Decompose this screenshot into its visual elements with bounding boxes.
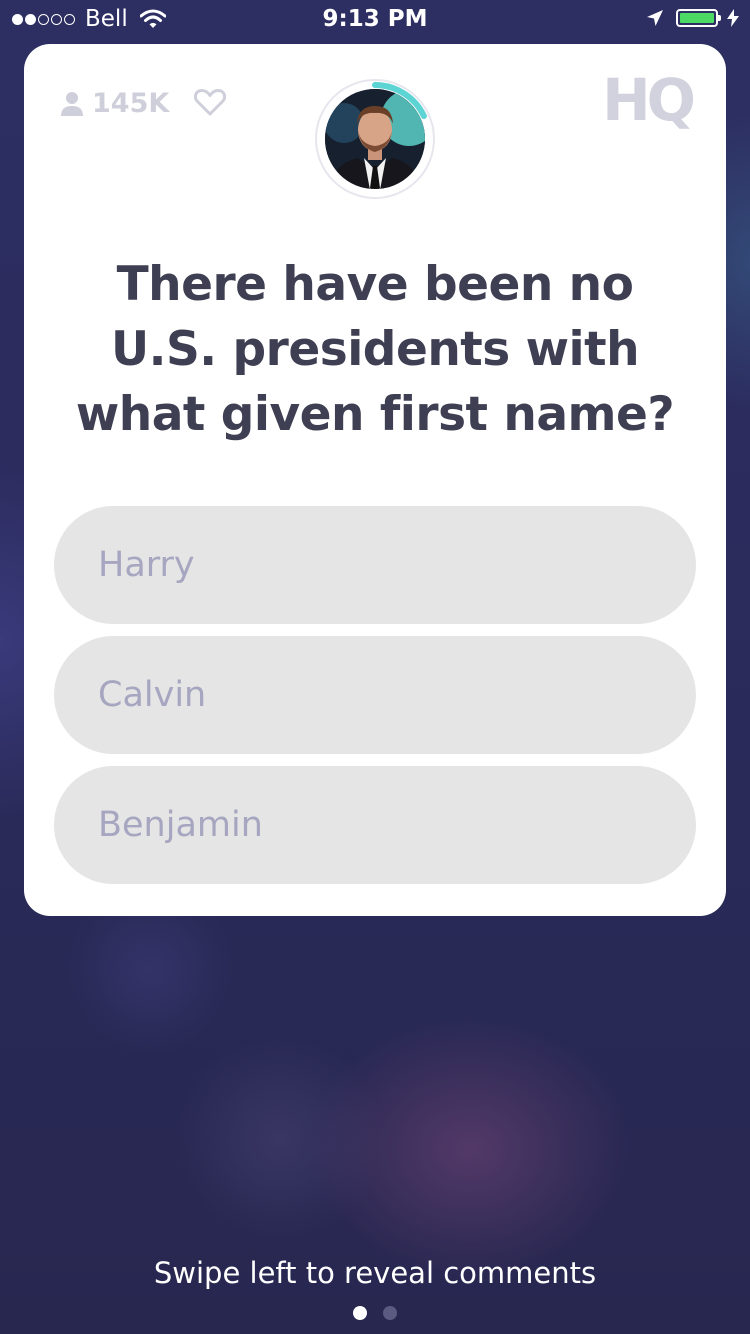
viewer-count-label: 145K	[92, 88, 170, 119]
status-right	[646, 8, 740, 28]
hq-logo: HQ	[602, 66, 696, 134]
host-avatar	[315, 79, 435, 199]
answer-option-harry[interactable]: Harry	[54, 506, 696, 624]
swipe-hint: Swipe left to reveal comments	[153, 1256, 597, 1290]
viewer-count: 145K	[60, 88, 169, 119]
answer-option-calvin[interactable]: Calvin	[54, 636, 696, 754]
location-arrow-icon	[647, 10, 663, 26]
status-bar: Bell 9:13 PM	[0, 0, 750, 40]
battery-icon	[676, 9, 721, 27]
battery-fill	[680, 13, 714, 23]
question-text: There have been no U.S. presidents with …	[75, 257, 675, 442]
person-icon	[61, 91, 83, 116]
answer-list: Harry Calvin Benjamin	[54, 506, 696, 896]
page-dot	[383, 1306, 397, 1320]
page-indicator[interactable]	[0, 1306, 750, 1320]
page-dot	[353, 1306, 367, 1320]
question-card: 145K HQ There have been no U.S. presiden…	[24, 44, 726, 916]
status-time: 9:13 PM	[322, 6, 428, 32]
heart-icon[interactable]	[194, 88, 226, 116]
answer-option-benjamin[interactable]: Benjamin	[54, 766, 696, 884]
charging-bolt-icon	[727, 9, 739, 27]
